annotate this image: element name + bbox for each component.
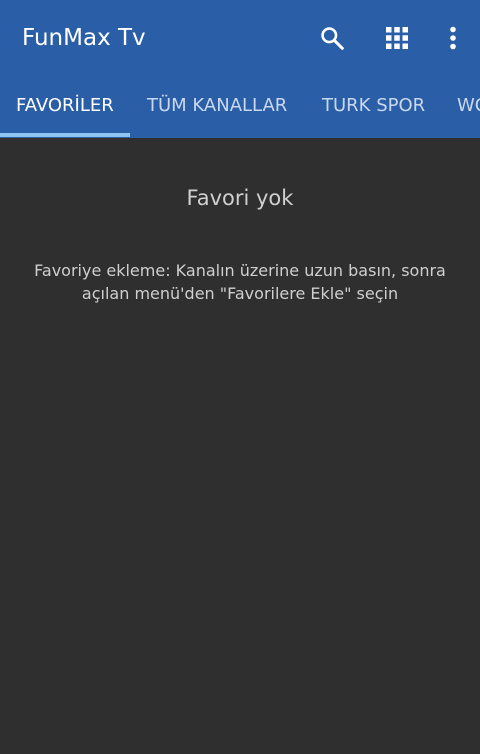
app-title: FunMax Tv	[22, 25, 146, 51]
apps-grid-icon	[385, 26, 409, 50]
search-button[interactable]	[312, 18, 352, 58]
apps-button[interactable]	[377, 18, 417, 58]
overflow-menu-button[interactable]	[433, 18, 473, 58]
search-icon	[319, 25, 345, 51]
empty-state-title: Favori yok	[186, 186, 294, 210]
tab-bar: FAVORİLER TÜM KANALLAR TURK SPOR WO	[0, 76, 480, 138]
tab-indicator	[0, 133, 130, 137]
tab-tum-kanallar[interactable]: TÜM KANALLAR	[147, 76, 287, 138]
empty-state-hint: Favoriye ekleme: Kanalın üzerine uzun ba…	[34, 261, 446, 303]
tab-wo[interactable]: WO	[457, 76, 480, 138]
toolbar: FunMax Tv	[0, 0, 480, 76]
tab-turk-spor[interactable]: TURK SPOR	[322, 76, 425, 138]
more-vert-icon	[449, 26, 457, 50]
tab-favoriler[interactable]: FAVORİLER	[16, 76, 114, 138]
app-screen: FunMax Tv FAVORİLER TÜM KANALLAR TURK SP…	[0, 0, 480, 754]
app-bar: FunMax Tv FAVORİLER TÜM KANALLAR TURK SP…	[0, 0, 480, 138]
